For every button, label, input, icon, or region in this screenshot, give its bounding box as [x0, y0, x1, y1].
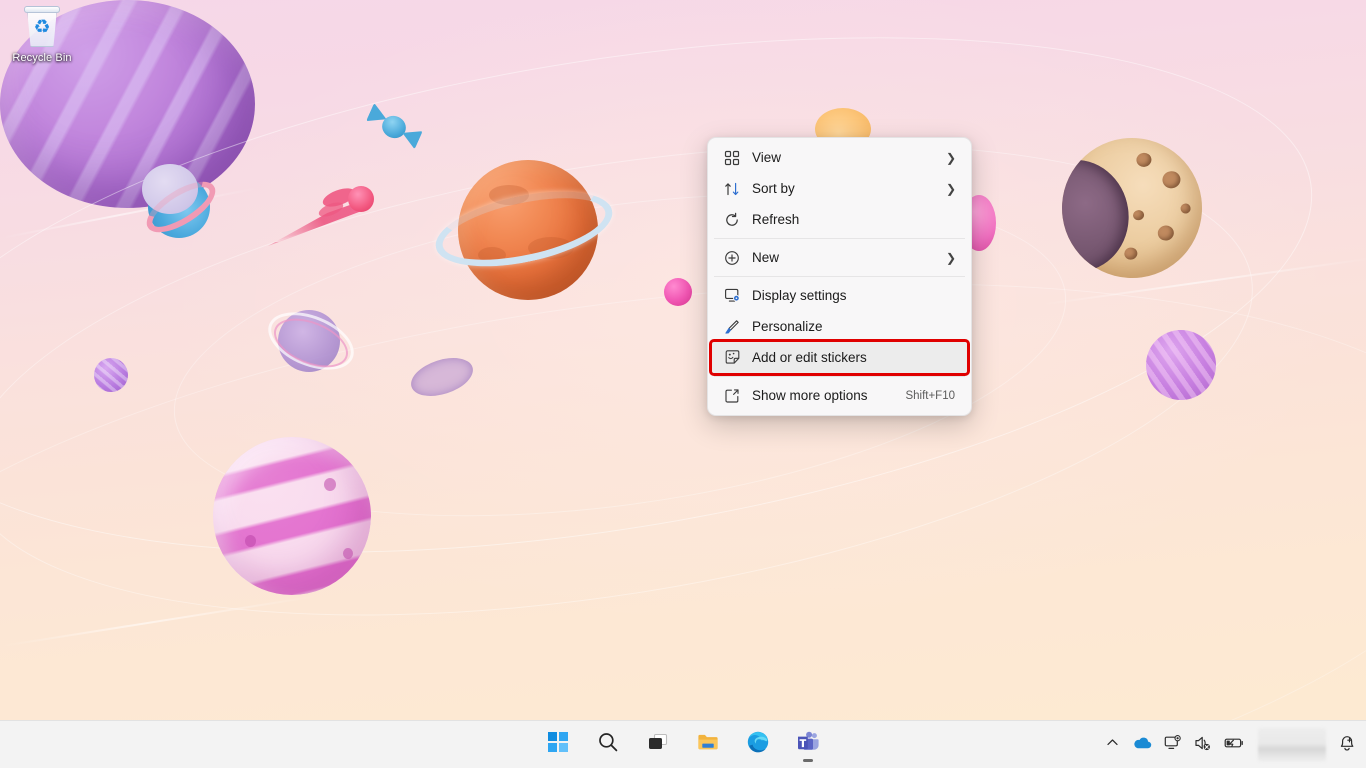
- windows-logo-icon: [547, 731, 569, 758]
- refresh-icon: [722, 210, 742, 230]
- tiny-purple-planet: [94, 358, 128, 392]
- menu-item-personalize[interactable]: Personalize: [712, 311, 967, 342]
- task-view-icon: [647, 731, 669, 758]
- edge-icon: [746, 730, 770, 759]
- tray-notifications[interactable]: [1334, 727, 1360, 763]
- menu-item-add-or-edit-stickers[interactable]: Add or edit stickers: [712, 342, 967, 373]
- menu-item-label: Refresh: [752, 212, 959, 227]
- cloud-icon: [1133, 735, 1152, 755]
- brush-icon: [722, 317, 742, 337]
- taskbar-clock[interactable]: [1258, 728, 1326, 762]
- menu-item-new[interactable]: New ❯: [712, 242, 967, 273]
- monitor-network-icon: [1164, 735, 1182, 756]
- taskbar-button-search[interactable]: [588, 725, 628, 765]
- taskbar-active-indicator: [803, 759, 813, 762]
- taskbar-button-edge[interactable]: [738, 725, 778, 765]
- blue-candy-decoration: [363, 101, 424, 153]
- menu-separator-1: [714, 238, 965, 239]
- pink-comet-decoration: [268, 172, 374, 250]
- menu-item-label: Sort by: [752, 181, 936, 196]
- menu-separator-2: [714, 276, 965, 277]
- chevron-up-icon: [1105, 735, 1120, 755]
- tray-show-hidden-icons[interactable]: [1099, 727, 1125, 763]
- menu-item-label: Display settings: [752, 288, 959, 303]
- menu-item-label: Personalize: [752, 319, 959, 334]
- menu-item-display-settings[interactable]: Display settings: [712, 280, 967, 311]
- tray-battery[interactable]: [1220, 727, 1250, 763]
- chevron-right-icon: ❯: [946, 151, 956, 165]
- menu-item-label: View: [752, 150, 936, 165]
- recycle-bin-icon: ♻: [23, 6, 61, 50]
- sort-icon: [722, 179, 742, 199]
- folder-icon: [696, 730, 720, 759]
- desktop-icon-recycle-bin[interactable]: ♻ Recycle Bin: [6, 6, 78, 80]
- taskbar-button-teams[interactable]: [788, 725, 828, 765]
- magenta-dot-planet: [664, 278, 692, 306]
- desktop-icon-label: Recycle Bin: [12, 52, 71, 65]
- crescent-moon-decoration: [1053, 129, 1211, 287]
- tray-onedrive[interactable]: [1129, 727, 1156, 763]
- menu-item-view[interactable]: View ❯: [712, 142, 967, 173]
- notification-bell-icon: [1338, 734, 1356, 756]
- menu-item-refresh[interactable]: Refresh: [712, 204, 967, 235]
- teams-icon: [796, 730, 820, 759]
- plus-circle-icon: [722, 248, 742, 268]
- menu-item-show-more-options[interactable]: Show more options Shift+F10: [712, 380, 967, 411]
- sticker-icon: [722, 348, 742, 368]
- menu-item-label: New: [752, 250, 936, 265]
- system-tray: [1099, 721, 1360, 768]
- taskbar-button-file-explorer[interactable]: [688, 725, 728, 765]
- menu-item-label: Show more options: [752, 388, 895, 403]
- menu-item-sort-by[interactable]: Sort by ❯: [712, 173, 967, 204]
- battery-icon: [1224, 735, 1246, 756]
- desktop-wallpaper[interactable]: ♻ Recycle Bin View ❯: [0, 0, 1366, 720]
- tray-network[interactable]: [1160, 727, 1186, 763]
- taskbar[interactable]: [0, 720, 1366, 768]
- menu-separator-3: [714, 376, 965, 377]
- taskbar-button-start[interactable]: [538, 725, 578, 765]
- chevron-right-icon: ❯: [946, 251, 956, 265]
- taskbar-button-task-view[interactable]: [638, 725, 678, 765]
- light-streak-2: [2, 595, 318, 647]
- orbit-ring-4: [0, 198, 1366, 720]
- expand-icon: [722, 386, 742, 406]
- speaker-muted-icon: [1194, 735, 1212, 756]
- chevron-right-icon: ❯: [946, 182, 956, 196]
- menu-item-label: Add or edit stickers: [752, 350, 959, 365]
- monitor-icon: [722, 286, 742, 306]
- pink-striped-planet: [213, 437, 371, 595]
- orchid-planet: [1146, 330, 1216, 400]
- tray-volume[interactable]: [1190, 727, 1216, 763]
- menu-item-accelerator: Shift+F10: [905, 390, 955, 402]
- desktop-context-menu[interactable]: View ❯ Sort by ❯ Refresh: [707, 137, 972, 416]
- grid-icon: [722, 148, 742, 168]
- search-icon: [597, 731, 619, 758]
